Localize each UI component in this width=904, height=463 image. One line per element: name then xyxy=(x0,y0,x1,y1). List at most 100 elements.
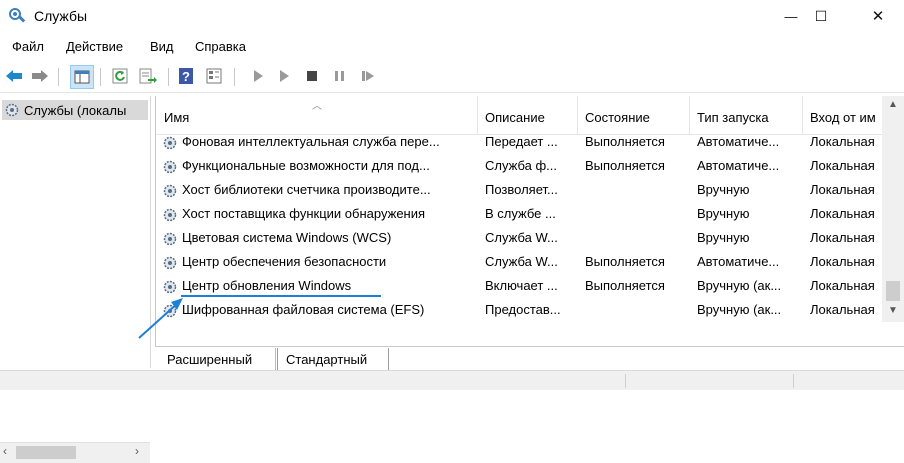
scroll-down-icon[interactable]: ▼ xyxy=(882,302,904,318)
service-name: Цветовая система Windows (WCS) xyxy=(182,230,392,245)
description-cell: Передает ... xyxy=(485,134,558,149)
startup-type-cell: Вручную xyxy=(697,182,750,197)
log-on-as-cell: Локальная xyxy=(810,230,875,245)
table-row[interactable]: Функциональные возможности для под... Слу… xyxy=(156,155,882,179)
status-cell: Выполняется xyxy=(585,278,665,293)
scroll-left-icon[interactable]: ‹ xyxy=(3,444,7,458)
table-row[interactable]: Центр обеспечения безопасности Служба W..… xyxy=(156,251,882,275)
menu-file[interactable]: Файл xyxy=(12,39,44,54)
column-header-status[interactable]: Состояние xyxy=(577,96,690,134)
help-icon: ? xyxy=(179,68,193,84)
menu-view[interactable]: Вид xyxy=(150,39,174,54)
tree-scroll-thumb[interactable] xyxy=(16,446,76,459)
stop-service-button[interactable] xyxy=(302,66,322,86)
description-cell: Служба ф... xyxy=(485,158,557,173)
services-list-pane: Имя ︿ Описание Состояние Тип запуска Вхо… xyxy=(138,96,904,346)
pause-icon xyxy=(335,71,344,81)
description-cell: Служба W... xyxy=(485,230,558,245)
startup-type-cell: Автоматиче... xyxy=(697,158,780,173)
menu-help[interactable]: Справка xyxy=(195,39,246,54)
table-row[interactable]: Хост поставщика функции обнаружения В слу… xyxy=(156,203,882,227)
startup-type-cell: Вручную xyxy=(697,230,750,245)
log-on-as-cell: Локальная xyxy=(810,278,875,293)
service-gear-icon xyxy=(163,136,177,149)
service-name: Хост поставщика функции обнаружения xyxy=(182,206,426,221)
service-name-cell: Функциональные возможности для под... xyxy=(162,158,472,175)
service-name-cell: Центр обеспечения безопасности xyxy=(162,254,472,271)
column-header-startup-type[interactable]: Тип запуска xyxy=(689,96,803,134)
table-row[interactable]: Хост библиотеки счетчика производите... П… xyxy=(156,179,882,203)
column-header-row: Имя ︿ Описание Состояние Тип запуска Вхо… xyxy=(156,96,882,135)
log-on-as-cell: Локальная xyxy=(810,206,875,221)
service-gear-icon xyxy=(163,160,177,173)
maximize-icon: ☐ xyxy=(814,7,828,24)
export-list-icon xyxy=(139,68,157,84)
vertical-scroll-thumb[interactable] xyxy=(886,281,900,301)
minimize-icon: — xyxy=(784,8,798,24)
service-gear-icon xyxy=(163,232,177,245)
refresh-button[interactable] xyxy=(110,66,130,86)
startup-type-cell: Автоматиче... xyxy=(697,134,780,149)
refresh-icon xyxy=(112,68,128,84)
toolbar: ? xyxy=(0,62,904,93)
start-service-button[interactable] xyxy=(248,66,268,86)
title-bar: Службы — ☐ ✕ xyxy=(0,0,904,32)
svg-text:?: ? xyxy=(182,69,190,84)
column-header-name[interactable]: Имя ︿ xyxy=(156,96,478,134)
column-header-log-on-as[interactable]: Вход от им xyxy=(802,96,882,134)
service-name-cell: Фоновая интеллектуальная служба пере... xyxy=(162,134,472,151)
table-row[interactable]: Фоновая интеллектуальная служба пере... П… xyxy=(156,131,882,155)
description-cell: В службе ... xyxy=(485,206,556,221)
tab-standard[interactable]: Стандартный xyxy=(277,348,389,371)
status-cell: Выполняется xyxy=(585,134,665,149)
vertical-scrollbar[interactable]: ▲ ▼ xyxy=(882,96,904,322)
sort-ascending-icon: ︿ xyxy=(312,101,322,112)
forward-arrow-icon xyxy=(32,70,48,82)
stop-icon xyxy=(307,71,317,81)
column-header-description[interactable]: Описание xyxy=(477,96,578,134)
description-cell: Предостав... xyxy=(485,302,561,317)
service-gear-icon xyxy=(163,208,177,221)
description-cell: Включает ... xyxy=(485,278,558,293)
service-name: Функциональные возможности для под... xyxy=(182,158,430,173)
startup-type-cell: Автоматиче... xyxy=(697,254,780,269)
window-title: Службы xyxy=(34,8,88,24)
forward-button[interactable] xyxy=(30,66,50,86)
export-list-button[interactable] xyxy=(138,66,158,86)
scroll-up-icon[interactable]: ▲ xyxy=(882,96,904,112)
service-name-cell: Хост поставщика функции обнаружения xyxy=(162,206,472,223)
maximize-button[interactable]: ☐ xyxy=(798,0,844,32)
tree-horizontal-scrollbar[interactable]: ‹ › xyxy=(0,442,150,463)
log-on-as-cell: Локальная xyxy=(810,302,875,317)
close-button[interactable]: ✕ xyxy=(852,0,904,32)
menu-bar: Файл Действие Вид Справка xyxy=(0,36,904,58)
tab-extended[interactable]: Расширенный xyxy=(163,348,276,370)
menu-action[interactable]: Действие xyxy=(66,39,123,54)
annotation-arrow xyxy=(138,295,381,339)
restart-service-button[interactable] xyxy=(358,66,378,86)
log-on-as-cell: Локальная xyxy=(810,182,875,197)
service-name: Фоновая интеллектуальная служба пере... xyxy=(182,134,440,149)
tree-item-label: Службы (локалы xyxy=(24,102,127,118)
show-hide-console-tree-button[interactable] xyxy=(70,65,94,89)
service-name-cell: Хост библиотеки счетчика производите... xyxy=(162,182,472,199)
start-service-alt-button[interactable] xyxy=(274,66,294,86)
play-outline-icon xyxy=(280,70,289,82)
close-icon: ✕ xyxy=(871,8,885,25)
properties-button[interactable] xyxy=(204,66,224,86)
services-gear-icon xyxy=(5,103,19,117)
pause-service-button[interactable] xyxy=(330,66,350,86)
startup-type-cell: Вручную (ак... xyxy=(697,302,782,317)
view-tabs: Расширенный Стандартный xyxy=(155,346,904,371)
table-row[interactable]: Цветовая система Windows (WCS) Служба W..… xyxy=(156,227,882,251)
status-bar xyxy=(0,370,904,390)
startup-type-cell: Вручную xyxy=(697,206,750,221)
scroll-right-icon[interactable]: › xyxy=(135,444,139,458)
play-icon xyxy=(254,70,263,82)
back-button[interactable] xyxy=(4,66,24,86)
log-on-as-cell: Локальная xyxy=(810,134,875,149)
tree-item-services-local[interactable]: Службы (локалы xyxy=(2,100,148,120)
description-cell: Позволяет... xyxy=(485,182,558,197)
status-cell: Выполняется xyxy=(585,254,665,269)
help-button[interactable]: ? xyxy=(176,66,196,86)
